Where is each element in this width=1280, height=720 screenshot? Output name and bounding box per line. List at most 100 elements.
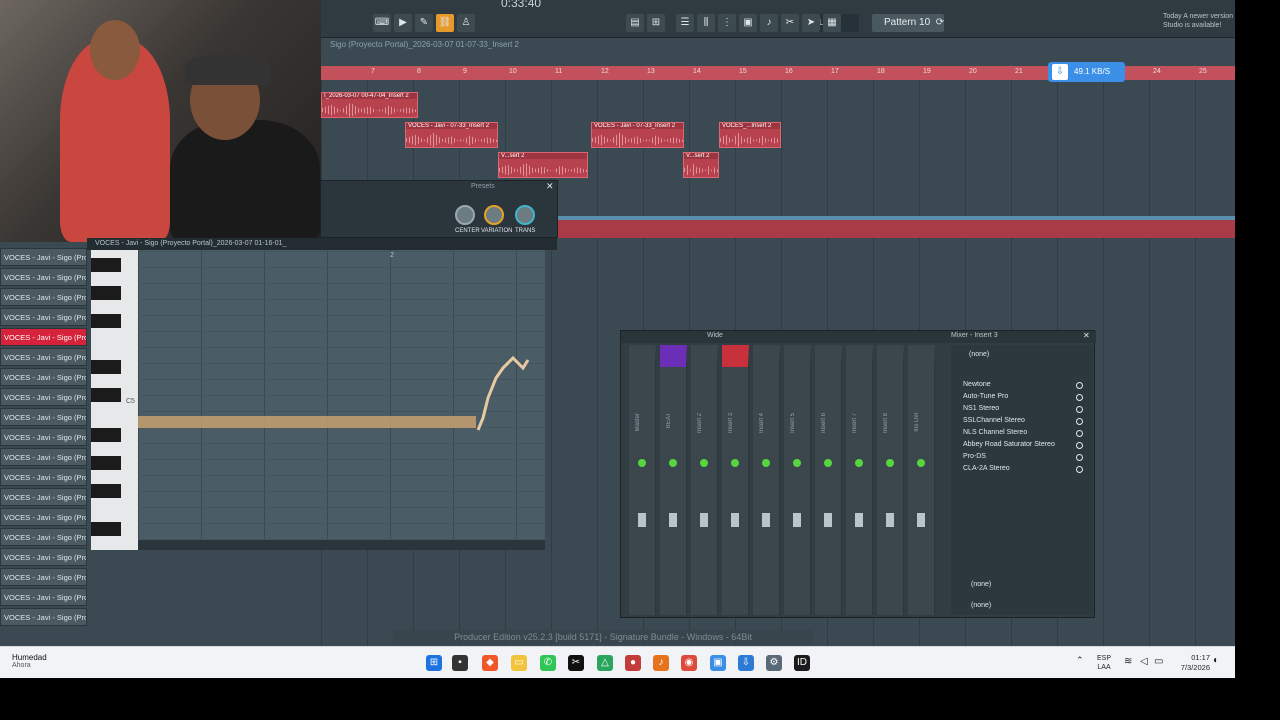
volume-fader[interactable] bbox=[855, 513, 863, 527]
channel-item[interactable]: VOCES - Javi - Sigo (Proy... bbox=[0, 608, 87, 626]
audio-clip[interactable]: VOCES - Javi - 07-33_Insert 2 bbox=[405, 122, 498, 148]
channel-item[interactable]: VOCES - Javi - Sigo (Proy... bbox=[0, 468, 87, 486]
black-key[interactable] bbox=[91, 360, 121, 374]
piano-roll-grid[interactable]: 2 bbox=[138, 250, 545, 540]
refresh-icon[interactable]: ⟳ bbox=[931, 14, 949, 32]
brave-icon[interactable]: ◆ bbox=[482, 655, 498, 671]
volume-fader[interactable] bbox=[886, 513, 894, 527]
black-key[interactable] bbox=[91, 388, 121, 402]
start-icon[interactable]: ⊞ bbox=[426, 655, 442, 671]
volume-fader[interactable] bbox=[917, 513, 925, 527]
channel-item[interactable]: VOCES - Javi - Sigo (Proy... bbox=[0, 328, 87, 346]
black-key[interactable] bbox=[91, 314, 121, 328]
pan-knob[interactable] bbox=[917, 459, 925, 467]
channel-item[interactable]: VOCES - Javi - Sigo (Proy... bbox=[0, 408, 87, 426]
mixer-icon[interactable]: ⫼ bbox=[697, 14, 715, 32]
chevron-up-icon[interactable]: ⌃ bbox=[1076, 655, 1084, 666]
effect-toggle-icon[interactable] bbox=[1076, 454, 1083, 461]
close-icon[interactable]: ✕ bbox=[1083, 331, 1090, 340]
channel-item[interactable]: VOCES - Javi - Sigo (Proy... bbox=[0, 288, 87, 306]
volume-fader[interactable] bbox=[731, 513, 739, 527]
output-slot[interactable]: (none) bbox=[971, 581, 991, 588]
settings-icon[interactable]: ⚙ bbox=[766, 655, 782, 671]
chrome-icon[interactable]: ◉ bbox=[681, 655, 697, 671]
center-knob[interactable] bbox=[455, 205, 475, 225]
effect-slot[interactable]: Newtone bbox=[963, 379, 1083, 391]
plugin-icon[interactable]: ▣ bbox=[739, 14, 757, 32]
metronome-icon[interactable]: ♙ bbox=[457, 14, 475, 32]
mixer-strip[interactable]: Insert 6 bbox=[815, 345, 842, 615]
pan-knob[interactable] bbox=[700, 459, 708, 467]
effect-slot[interactable]: NS1 Stereo bbox=[963, 403, 1083, 415]
black-key[interactable] bbox=[91, 484, 121, 498]
piano-roll-icon[interactable]: ⊞ bbox=[647, 14, 665, 32]
channel-item[interactable]: VOCES - Javi - Sigo (Proy... bbox=[0, 528, 87, 546]
channel-item[interactable]: VOCES - Javi - Sigo (Proy... bbox=[0, 548, 87, 566]
black-key[interactable] bbox=[91, 456, 121, 470]
davinci-icon[interactable]: ● bbox=[625, 655, 641, 671]
effect-toggle-icon[interactable] bbox=[1076, 466, 1083, 473]
channel-item[interactable]: VOCES - Javi - Sigo (Proy... bbox=[0, 428, 87, 446]
effect-slot[interactable]: CLA-2A Stereo bbox=[963, 463, 1083, 475]
battery-icon[interactable]: ▭ bbox=[1154, 656, 1163, 667]
pan-knob[interactable] bbox=[762, 459, 770, 467]
download-badge[interactable]: ⇩ 49.1 KB/S bbox=[1048, 62, 1125, 82]
channel-item[interactable]: VOCES - Javi - Sigo (Proy... bbox=[0, 508, 87, 526]
task-view-icon[interactable]: ▪ bbox=[452, 655, 468, 671]
volume-fader[interactable] bbox=[638, 513, 646, 527]
close-icon[interactable]: ✕ bbox=[546, 181, 554, 192]
pan-knob[interactable] bbox=[793, 459, 801, 467]
channel-item[interactable]: VOCES - Javi - Sigo (Proy... bbox=[0, 308, 87, 326]
notification-icon[interactable]: ◐ bbox=[1213, 655, 1219, 666]
volume-fader[interactable] bbox=[824, 513, 832, 527]
piano-roll-title[interactable]: VOCES - Javi - Sigo (Proyecto Portal)_20… bbox=[87, 238, 557, 250]
pan-knob[interactable] bbox=[669, 459, 677, 467]
black-key[interactable] bbox=[91, 258, 121, 272]
audio-clip[interactable]: I_2026-03-07 00-47-04_Insert 2 bbox=[321, 92, 418, 118]
mixer-strip[interactable]: Insert 7 bbox=[846, 345, 873, 615]
microphone-icon[interactable]: ♪ bbox=[760, 14, 778, 32]
arrow-icon[interactable]: ▶ bbox=[394, 14, 412, 32]
keyboard-icon[interactable]: ⌨ bbox=[373, 14, 391, 32]
mixer-strip[interactable]: Insert 8 bbox=[877, 345, 904, 615]
channel-item[interactable]: VOCES - Javi - Sigo (Proy... bbox=[0, 348, 87, 366]
mixer-strip[interactable]: BEAT bbox=[660, 345, 687, 615]
mixer-strip[interactable]: Insert 5 bbox=[784, 345, 811, 615]
effect-slot[interactable]: NLS Channel Stereo bbox=[963, 427, 1083, 439]
mixer-strip[interactable]: Ins Del bbox=[908, 345, 935, 615]
playlist-icon[interactable]: ▤ bbox=[626, 14, 644, 32]
update-news[interactable]: Today A newer version of FL Studio is av… bbox=[1163, 12, 1235, 30]
browser-icon[interactable]: ☰ bbox=[676, 14, 694, 32]
weather-widget[interactable]: Humedad Ahora bbox=[12, 653, 92, 669]
pan-knob[interactable] bbox=[638, 459, 646, 467]
audio-clip[interactable]: V...sert 2 bbox=[683, 152, 719, 178]
mixer-view-mode[interactable]: Wide bbox=[707, 332, 723, 339]
volume-fader[interactable] bbox=[762, 513, 770, 527]
effect-toggle-icon[interactable] bbox=[1076, 418, 1083, 425]
black-key[interactable] bbox=[91, 286, 121, 300]
volume-fader[interactable] bbox=[669, 513, 677, 527]
effect-slot[interactable]: SSLChannel Stereo bbox=[963, 415, 1083, 427]
language-indicator[interactable]: ESP LAA bbox=[1097, 654, 1111, 672]
midi-note[interactable] bbox=[138, 416, 476, 428]
black-key[interactable] bbox=[91, 522, 121, 536]
audio-clip[interactable]: V...sert 2 bbox=[498, 152, 588, 178]
channel-item[interactable]: VOCES - Javi - Sigo (Proy... bbox=[0, 268, 87, 286]
trans-knob[interactable] bbox=[515, 205, 535, 225]
channel-item[interactable]: VOCES - Javi - Sigo (Proy... bbox=[0, 368, 87, 386]
folder-icon[interactable]: ▭ bbox=[511, 655, 527, 671]
pan-knob[interactable] bbox=[855, 459, 863, 467]
mixer-strip[interactable]: Insert 3 bbox=[722, 345, 749, 615]
photos-icon[interactable]: ▣ bbox=[710, 655, 726, 671]
mixer-strip[interactable]: Insert 4 bbox=[753, 345, 780, 615]
pan-knob[interactable] bbox=[824, 459, 832, 467]
channel-item[interactable]: VOCES - Javi - Sigo (Proy... bbox=[0, 248, 87, 266]
send-icon[interactable]: ➤ bbox=[802, 14, 820, 32]
whatsapp-icon[interactable]: ✆ bbox=[540, 655, 556, 671]
download-manager-taskbar-icon[interactable]: ⇩ bbox=[738, 655, 754, 671]
input-select[interactable]: (none) bbox=[969, 351, 989, 358]
volume-icon[interactable]: ◁ bbox=[1140, 656, 1148, 667]
drive-icon[interactable]: △ bbox=[597, 655, 613, 671]
pan-knob[interactable] bbox=[731, 459, 739, 467]
channel-item[interactable]: VOCES - Javi - Sigo (Proy... bbox=[0, 388, 87, 406]
